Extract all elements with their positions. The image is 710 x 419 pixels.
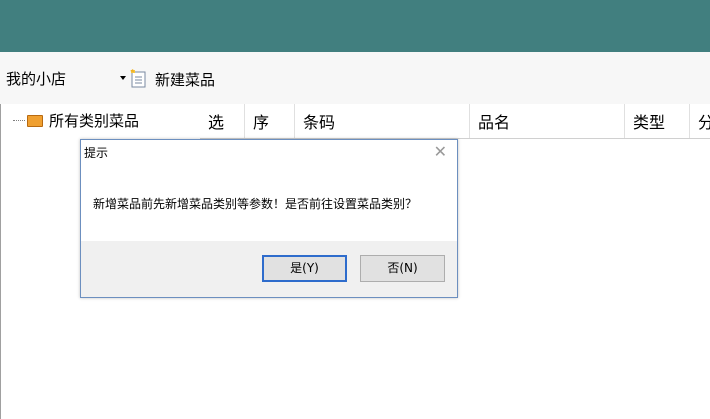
new-dish-button[interactable]: 新建菜品 bbox=[130, 66, 215, 92]
new-document-icon bbox=[130, 69, 148, 89]
dialog-title: 提示 bbox=[84, 146, 109, 160]
new-dish-label: 新建菜品 bbox=[155, 70, 216, 89]
column-header-index[interactable]: 序 bbox=[245, 104, 295, 138]
tree-item-all-categories[interactable]: 所有类别菜品 bbox=[13, 110, 139, 131]
column-header-category[interactable]: 分 bbox=[690, 104, 710, 138]
column-header-select[interactable]: 选 bbox=[200, 104, 245, 138]
dialog-footer: 是(Y) 否(N) bbox=[81, 241, 457, 297]
column-header-name[interactable]: 品名 bbox=[470, 104, 625, 138]
yes-button[interactable]: 是(Y) bbox=[262, 255, 347, 282]
toolbar: 我的小店 新建菜品 bbox=[0, 52, 710, 105]
no-button[interactable]: 否(N) bbox=[360, 255, 445, 282]
grid-header: 选 序 条码 品名 类型 分 bbox=[200, 104, 710, 139]
prompt-dialog: 提示 ✕ 新增菜品前先新增菜品类别等参数！是否前往设置菜品类别？ 是(Y) 否(… bbox=[80, 139, 458, 298]
window-title-bar bbox=[0, 0, 710, 52]
shop-selector[interactable]: 我的小店 bbox=[6, 68, 126, 90]
tree-item-label: 所有类别菜品 bbox=[49, 112, 140, 130]
column-header-barcode[interactable]: 条码 bbox=[295, 104, 470, 138]
tree-connector bbox=[13, 120, 25, 121]
shop-selector-value: 我的小店 bbox=[6, 70, 67, 88]
folder-icon bbox=[27, 114, 43, 127]
dialog-message: 新增菜品前先新增菜品类别等参数！是否前往设置菜品类别？ bbox=[93, 197, 418, 211]
dropdown-arrow-icon[interactable] bbox=[120, 76, 126, 80]
column-header-type[interactable]: 类型 bbox=[625, 104, 690, 138]
close-icon[interactable]: ✕ bbox=[434, 142, 447, 161]
